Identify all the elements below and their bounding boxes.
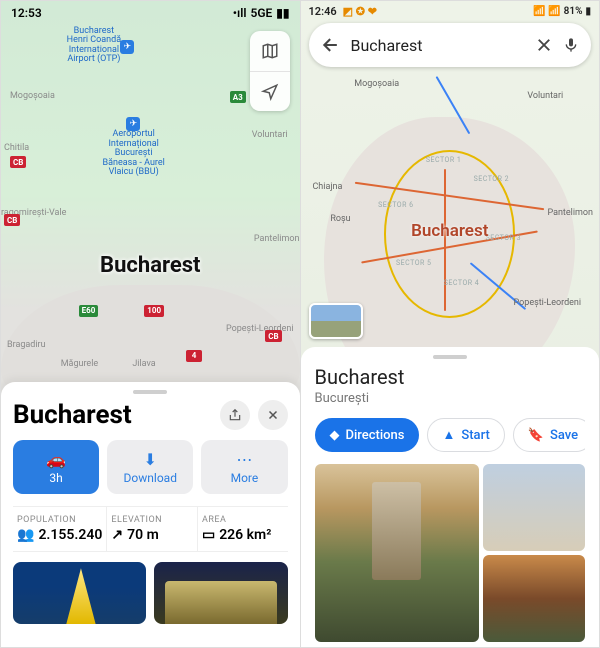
place-sheet-google[interactable]: Bucharest București ◆ Directions ▲ Start… [301,347,600,647]
notification-icons: ◩ ✪ ❤ [343,5,377,18]
sector-label: SECTOR 1 [426,156,461,164]
sector-label: SECTOR 3 [486,234,521,242]
photo-gallery [315,464,586,642]
status-time: 12:53 [11,6,42,20]
map-mode-button[interactable] [250,31,290,71]
start-button[interactable]: ▲ Start [427,418,504,452]
place-photo[interactable] [483,555,586,642]
suburb-label: Pantelimon [547,208,593,218]
status-time: 12:46 [309,5,337,18]
directions-icon: ◆ [330,428,340,443]
suburb-label: Popești-Leordeni [514,298,582,308]
back-icon[interactable] [321,35,341,55]
airport-label-otp[interactable]: Bucharest Henri Coandă International Air… [67,27,121,65]
close-button[interactable] [258,400,288,430]
city-label[interactable]: Bucharest [411,221,488,241]
suburb-label: Chitila [4,143,29,153]
stat-elevation: ELEVATION ↗70 m [106,507,197,551]
road-shield: CB [4,214,20,226]
people-icon: 👥 [17,527,34,543]
clear-icon[interactable] [535,36,553,54]
place-stats: POPULATION 👥2.155.240 ELEVATION ↗70 m AR… [13,506,288,552]
search-query[interactable]: Bucharest [351,36,526,55]
stat-area: AREA ▭226 km² [197,507,288,551]
suburb-label: Mogoșoaia [354,79,399,89]
android-status-bar: 12:46 ◩ ✪ ❤ 📶 📶 81% ▮ [301,1,600,21]
place-photo[interactable] [483,464,586,551]
share-button[interactable] [220,400,250,430]
sector-label: SECTOR 5 [396,259,431,267]
car-icon: 🚗 [46,450,66,469]
status-right: 📶 📶 81% ▮ [533,6,591,17]
road-shield: E60 [79,305,99,317]
city-label[interactable]: Bucharest [100,253,200,278]
suburb-label: Roșu [330,214,350,224]
directions-button[interactable]: ◆ Directions [315,418,420,452]
locate-me-button[interactable] [250,71,290,111]
area-icon: ▭ [202,527,215,543]
sector-label: SECTOR 4 [444,279,479,287]
download-button[interactable]: ⬇ Download [107,440,193,494]
sheet-grabber[interactable] [433,355,467,359]
photo-strip [13,562,288,624]
suburb-label: Măgurele [61,359,98,369]
place-title: Bucharest [13,400,212,430]
suburb-label: Mogoșoaia [10,91,55,101]
place-title: Bucharest [315,365,586,389]
place-photo[interactable] [154,562,287,624]
save-button[interactable]: 🔖 Save [513,418,585,452]
road-shield: CB [265,330,281,342]
ios-status-bar: 12:53 •ıll 5GE ▮▮ [1,1,300,25]
suburb-label: Voluntari [527,91,563,101]
action-row: ◆ Directions ▲ Start 🔖 Save < Share [315,418,586,452]
place-subtitle: București [315,391,586,406]
sector-label: SECTOR 2 [474,175,509,183]
suburb-label: Pantelimon [254,234,300,244]
road-shield: CB [10,156,26,168]
suburb-label: Bragadiru [7,340,46,350]
download-icon: ⬇ [144,450,157,469]
place-photo-hero[interactable] [315,464,479,642]
sheet-grabber[interactable] [133,390,167,394]
map-controls [250,31,290,111]
google-maps-panel: 12:46 ◩ ✪ ❤ 📶 📶 81% ▮ Bucharest Buchares… [300,0,600,648]
navigate-icon: ▲ [442,427,455,443]
bookmark-icon: 🔖 [528,428,544,443]
voice-icon[interactable] [563,35,579,55]
more-icon: ⋯ [236,450,252,469]
place-photo[interactable] [13,562,146,624]
streetview-thumbnail[interactable] [309,303,363,339]
suburb-label: Popești-Leordeni [226,324,294,334]
directions-button[interactable]: 🚗 3h [13,440,99,494]
road-shield: 4 [186,350,202,362]
airport-label-bbu[interactable]: Aeroportul Internațional București Bănea… [102,130,164,177]
search-bar[interactable]: Bucharest [309,23,592,67]
more-button[interactable]: ⋯ More [201,440,287,494]
road-shield: A3 [230,91,246,103]
suburb-label: Jilava [132,359,155,369]
status-right: •ıll 5GE ▮▮ [233,6,290,20]
stat-population: POPULATION 👥2.155.240 [13,507,106,551]
arrow-up-right-icon: ↗ [111,527,123,543]
sector-label: SECTOR 6 [378,201,413,209]
suburb-label: Voluntari [252,130,288,140]
suburb-label: Chiajna [312,182,342,192]
apple-maps-panel: 12:53 •ıll 5GE ▮▮ Bucharest Henri Coandă… [0,0,300,648]
airplane-icon: ✈ [120,40,134,54]
road-shield: 100 [144,305,164,317]
place-sheet-apple[interactable]: Bucharest 🚗 3h ⬇ Download ⋯ More POPULAT… [1,382,300,647]
